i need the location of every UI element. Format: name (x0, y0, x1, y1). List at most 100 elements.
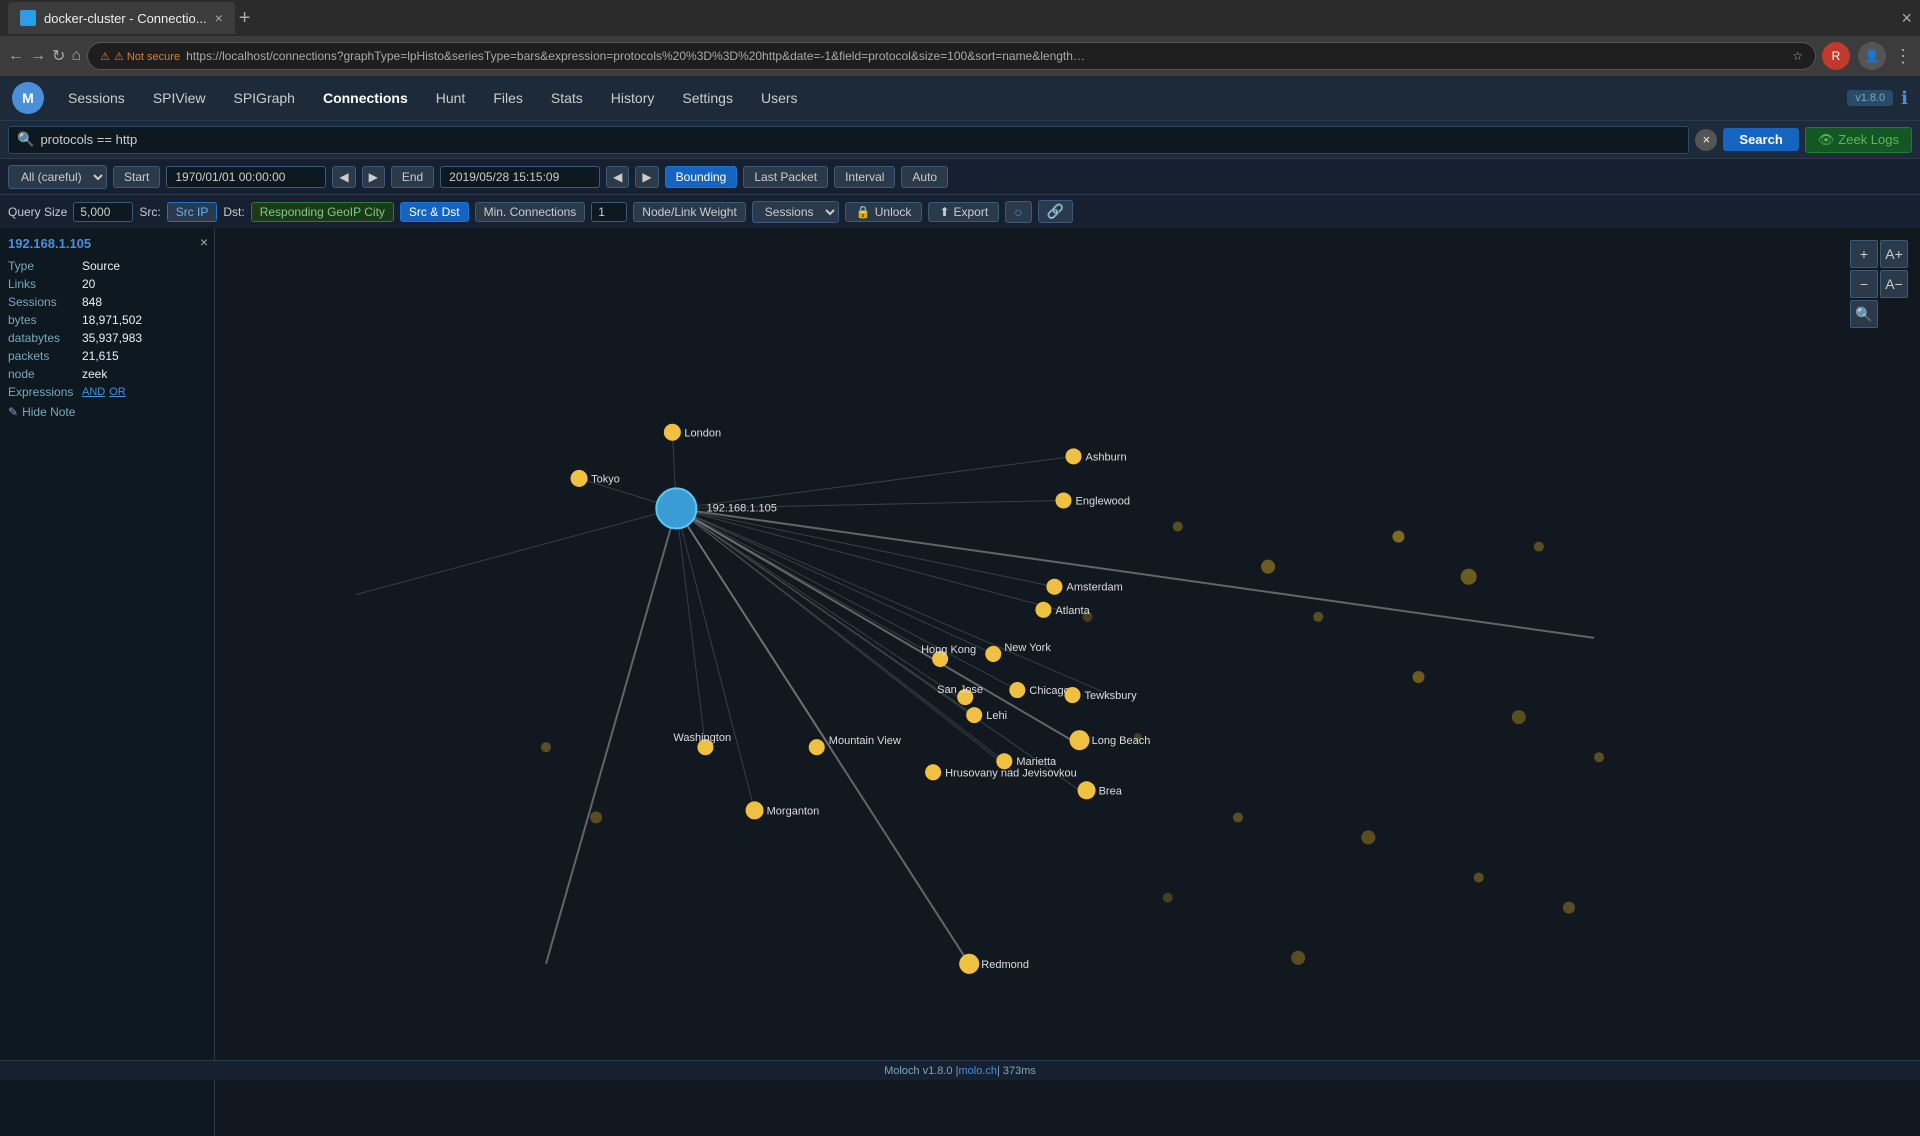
node-weight-button[interactable]: Node/Link Weight (633, 202, 746, 222)
start-prev-button[interactable]: ◀ (332, 166, 355, 188)
info-node-row: node zeek (8, 367, 206, 381)
and-expression-button[interactable]: AND (82, 386, 105, 398)
eye-icon: 👁 (1818, 132, 1835, 148)
min-connections-button[interactable]: Min. Connections (475, 202, 586, 222)
nav-settings[interactable]: Settings (670, 82, 745, 114)
extensions-button[interactable]: R (1822, 42, 1850, 70)
home-button[interactable]: ⌂ (71, 47, 81, 65)
clear-search-button[interactable]: × (1695, 129, 1717, 151)
svg-text:Amsterdam: Amsterdam (1066, 582, 1122, 594)
close-tab-button[interactable]: × (215, 10, 223, 26)
address-bar-row: ← → ↻ ⌂ ⚠ ⚠ Not secure https://localhost… (0, 36, 1920, 76)
query-bar: Query Size Src: Src IP Dst: Responding G… (0, 194, 1920, 228)
sessions-select[interactable]: Sessions (752, 201, 839, 223)
mode-select[interactable]: All (careful) (8, 165, 107, 189)
svg-text:Morganton: Morganton (767, 805, 820, 817)
svg-text:Hong Kong: Hong Kong (921, 644, 976, 656)
svg-text:Ashburn: Ashburn (1086, 451, 1127, 463)
info-button[interactable]: ℹ (1901, 88, 1908, 109)
molo-link[interactable]: molo.ch (958, 1065, 997, 1077)
hide-note-row[interactable]: ✎ Hide Note (8, 405, 206, 419)
address-bar[interactable]: ⚠ ⚠ Not secure https://localhost/connect… (87, 42, 1816, 70)
security-warning: ⚠ ⚠ Not secure (100, 50, 180, 63)
nav-spigraph[interactable]: SPIGraph (221, 82, 306, 114)
end-time-input[interactable] (440, 166, 600, 188)
nav-sessions[interactable]: Sessions (56, 82, 137, 114)
expressions-label: Expressions (8, 385, 78, 399)
main-content: × 192.168.1.105 Type Source Links 20 Ses… (0, 228, 1920, 1136)
zeek-logs-button[interactable]: 👁 Zeek Logs (1805, 127, 1912, 153)
interval-button[interactable]: Interval (834, 166, 895, 188)
version-badge: v1.8.0 (1847, 90, 1893, 106)
or-expression-button[interactable]: OR (109, 386, 126, 398)
svg-text:Washington: Washington (673, 732, 731, 744)
search-input[interactable] (40, 132, 1680, 147)
nav-history[interactable]: History (599, 82, 667, 114)
query-size-input[interactable] (73, 202, 133, 222)
link-view-button[interactable]: 🔗 (1038, 200, 1073, 223)
tab-favicon: 🌐 (20, 10, 36, 26)
nav-hunt[interactable]: Hunt (424, 82, 478, 114)
circle-view-button[interactable]: ○ (1005, 201, 1031, 223)
nav-connections[interactable]: Connections (311, 82, 420, 114)
dst-field-select[interactable]: Responding GeoIP City (251, 202, 394, 222)
browser-chrome: 🌐 docker-cluster - Connectio... × + × ← … (0, 0, 1920, 76)
svg-text:192.168.1.105: 192.168.1.105 (706, 503, 776, 515)
links-value: 20 (82, 277, 95, 291)
bounding-button[interactable]: Bounding (665, 166, 738, 188)
src-field-select[interactable]: Src IP (167, 202, 218, 222)
zoom-fit-button[interactable]: 🔍 (1850, 300, 1878, 328)
zoom-text-in-button[interactable]: A+ (1880, 240, 1908, 268)
status-bar: Moloch v1.8.0 | molo.ch | 373ms (0, 1060, 1920, 1080)
src-dst-button[interactable]: Src & Dst (400, 202, 469, 222)
tab-title: docker-cluster - Connectio... (44, 11, 207, 26)
browser-tab[interactable]: 🌐 docker-cluster - Connectio... × (8, 2, 235, 34)
sidebar-close-button[interactable]: × (200, 234, 208, 250)
links-label: Links (8, 277, 78, 291)
node-label: node (8, 367, 78, 381)
graph-area[interactable]: 192.168.1.105 London Tokyo Ashburn Engle… (215, 228, 1920, 1136)
start-button[interactable]: Start (113, 166, 160, 188)
menu-button[interactable]: ⋮ (1894, 46, 1912, 67)
svg-text:New York: New York (1004, 642, 1051, 654)
query-size-label: Query Size (8, 205, 67, 219)
databytes-value: 35,937,983 (82, 331, 142, 345)
new-tab-button[interactable]: + (239, 7, 251, 30)
svg-text:San Jose: San Jose (937, 684, 983, 696)
svg-text:Brea: Brea (1099, 785, 1123, 797)
forward-button[interactable]: → (30, 47, 46, 65)
start-next-button[interactable]: ▶ (362, 166, 385, 188)
last-packet-button[interactable]: Last Packet (743, 166, 828, 188)
start-time-input[interactable] (166, 166, 326, 188)
refresh-button[interactable]: ↻ (52, 46, 65, 66)
export-button[interactable]: ⬆ Export (928, 202, 999, 222)
end-next-button[interactable]: ▶ (635, 166, 658, 188)
nav-files[interactable]: Files (481, 82, 535, 114)
status-timing: | 373ms (997, 1065, 1036, 1077)
nav-spiview[interactable]: SPIView (141, 82, 218, 114)
tab-bar: 🌐 docker-cluster - Connectio... × + × (0, 0, 1920, 36)
zoom-controls: + A+ − A− 🔍 (1850, 240, 1908, 328)
end-prev-button[interactable]: ◀ (606, 166, 629, 188)
svg-text:Tewksbury: Tewksbury (1085, 690, 1138, 702)
unlock-button[interactable]: 🔒 Unlock (845, 202, 923, 222)
end-button[interactable]: End (391, 166, 434, 188)
nav-stats[interactable]: Stats (539, 82, 595, 114)
zoom-in-button[interactable]: + (1850, 240, 1878, 268)
expressions-row: Expressions AND OR (8, 385, 206, 399)
svg-text:Englewood: Englewood (1076, 495, 1131, 507)
type-label: Type (8, 259, 78, 273)
bookmark-icon[interactable]: ☆ (1792, 49, 1803, 63)
close-window-button[interactable]: × (1901, 8, 1912, 29)
zoom-text-out-button[interactable]: A− (1880, 270, 1908, 298)
min-connections-input[interactable] (591, 202, 627, 222)
back-button[interactable]: ← (8, 47, 24, 65)
svg-text:Long Beach: Long Beach (1092, 735, 1151, 747)
auto-button[interactable]: Auto (901, 166, 948, 188)
search-button[interactable]: Search (1723, 128, 1798, 151)
zoom-out-button[interactable]: − (1850, 270, 1878, 298)
node-value: zeek (82, 367, 107, 381)
svg-text:Redmond: Redmond (981, 959, 1029, 971)
profile-button[interactable]: 👤 (1858, 42, 1886, 70)
nav-users[interactable]: Users (749, 82, 810, 114)
